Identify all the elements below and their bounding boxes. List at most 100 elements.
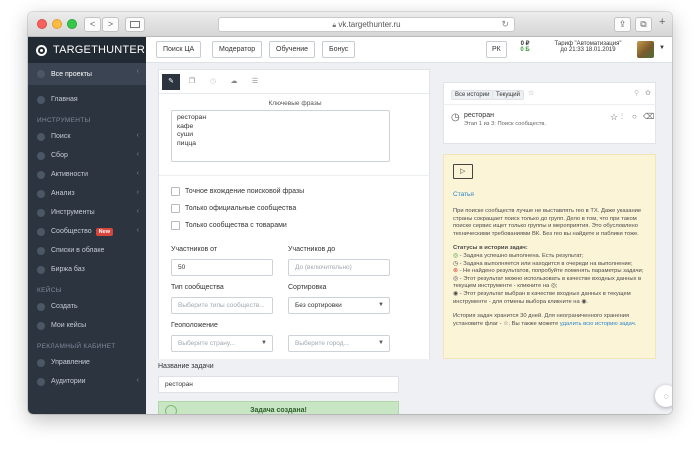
check-circle-icon: ◎ bbox=[453, 252, 460, 259]
tabs-button[interactable]: ⧉ bbox=[635, 17, 652, 32]
equalizer-icon[interactable]: ⫶ bbox=[621, 112, 623, 122]
tools-icon bbox=[37, 208, 45, 217]
logo[interactable]: TARGETHUNTER bbox=[28, 37, 146, 63]
browser-titlebar: < > 🔒︎ vk.targethunter.ru ↻ ⇪ ⧉ + bbox=[28, 12, 672, 37]
sidebar-item-activity[interactable]: Активности ‹ bbox=[28, 165, 146, 184]
keywords-textarea[interactable]: ресторан кафе суши пицца bbox=[171, 110, 390, 162]
minimize-window-button[interactable] bbox=[52, 19, 62, 29]
back-button[interactable]: < bbox=[84, 17, 101, 32]
user-menu-chevron-icon[interactable]: ▼ bbox=[659, 45, 665, 51]
history-settings-icon[interactable]: ✿ bbox=[645, 89, 651, 97]
status-line-empty: ⊗ - Не найдено результатов, попробуйте п… bbox=[453, 268, 651, 276]
moderator-button[interactable]: Модератор bbox=[212, 41, 263, 58]
history-search-icon[interactable]: ⚲ bbox=[634, 89, 639, 97]
sidebar-item-community[interactable]: Сообщество New ‹ bbox=[28, 222, 146, 241]
sidebar-item-all-projects[interactable]: Все проекты ‹ bbox=[28, 63, 146, 85]
browser-window: < > 🔒︎ vk.targethunter.ru ↻ ⇪ ⧉ + TARGET… bbox=[28, 12, 672, 414]
sidebar-item-label: Создать bbox=[51, 303, 78, 310]
task-name-input[interactable]: ресторан bbox=[158, 376, 399, 393]
sidebar-toggle-button[interactable] bbox=[125, 17, 145, 32]
plus-icon bbox=[37, 302, 45, 311]
trash-icon[interactable]: ⌫ bbox=[643, 112, 654, 121]
star-icon[interactable]: ☆ bbox=[610, 112, 618, 123]
close-window-button[interactable] bbox=[37, 19, 47, 29]
country-placeholder: Выберите страну... bbox=[178, 340, 235, 347]
community-icon bbox=[37, 227, 45, 236]
sidebar-item-search[interactable]: Поиск ‹ bbox=[28, 127, 146, 146]
upload-tab-icon[interactable]: ☁ bbox=[225, 74, 243, 90]
user-avatar[interactable] bbox=[637, 41, 654, 58]
status-text: - Не найдено результатов, попробуйте пом… bbox=[459, 268, 644, 275]
sidebar-item-tools[interactable]: Инструменты ‹ bbox=[28, 203, 146, 222]
sort-select[interactable]: Без сортировки ▼ bbox=[288, 297, 390, 314]
history-tab-current[interactable]: Текущий bbox=[492, 90, 524, 100]
sidebar-item-audiences[interactable]: Аудитории ‹ bbox=[28, 372, 146, 391]
members-to-input[interactable]: До (включительно) bbox=[288, 259, 390, 276]
official-only-checkbox[interactable] bbox=[171, 204, 180, 213]
sidebar-item-label: Активности bbox=[51, 171, 89, 178]
sidebar-item-cloud-lists[interactable]: Списки в облаке bbox=[28, 241, 146, 260]
chevron-icon: ‹ bbox=[136, 170, 139, 177]
delete-history-link[interactable]: удалить всю историю задач. bbox=[560, 321, 636, 327]
play-icon: ▷ bbox=[460, 168, 466, 175]
sidebar-item-label: Сбор bbox=[51, 152, 68, 159]
cloud-icon bbox=[37, 246, 45, 255]
reload-icon[interactable]: ↻ bbox=[501, 18, 509, 31]
learning-button[interactable]: Обучение bbox=[269, 41, 316, 58]
search-audience-button[interactable]: Поиск ЦА bbox=[156, 41, 202, 58]
ads-cabinet-button[interactable]: РК bbox=[486, 41, 507, 58]
sidebar-item-label: Списки в облаке bbox=[51, 247, 105, 254]
country-select[interactable]: Выберите страну... ▼ bbox=[171, 335, 273, 352]
sidebar-item-collect[interactable]: Сбор ‹ bbox=[28, 146, 146, 165]
list-tab-icon[interactable]: ☰ bbox=[246, 74, 264, 90]
history-tab-all[interactable]: Все истории bbox=[451, 90, 494, 100]
task-name-section: Название задачи ресторан Задача создана! bbox=[158, 359, 430, 414]
exact-match-checkbox[interactable] bbox=[171, 187, 180, 196]
history-item[interactable]: ◷ ресторан Этап 1 из 3: Поиск сообществ.… bbox=[444, 105, 657, 143]
edit-tab-icon[interactable]: ✎ bbox=[162, 74, 180, 90]
video-clapper-icon: ▷ bbox=[453, 164, 473, 179]
clock-icon: ◷ bbox=[451, 112, 460, 123]
chevron-icon: ‹ bbox=[136, 151, 139, 158]
history-item-title: ресторан bbox=[464, 112, 494, 119]
sidebar-item-manage[interactable]: Управление bbox=[28, 353, 146, 372]
clock-tab-icon[interactable]: ◷ bbox=[204, 74, 222, 90]
bonus-button[interactable]: Бонус bbox=[322, 41, 356, 58]
new-tab-button[interactable]: + bbox=[659, 16, 665, 28]
sidebar-item-create[interactable]: Создать bbox=[28, 297, 146, 316]
new-badge: New bbox=[95, 227, 113, 236]
exact-match-label: Точное вхождение поисковой фразы bbox=[185, 188, 305, 195]
sidebar-item-label: Биржа баз bbox=[51, 266, 85, 273]
article-link[interactable]: Статья bbox=[453, 191, 474, 198]
address-bar[interactable]: 🔒︎ vk.targethunter.ru ↻ bbox=[218, 17, 515, 32]
community-type-select[interactable]: Выберите типы сообществ... bbox=[171, 297, 273, 314]
sidebar-item-analysis[interactable]: Анализ ‹ bbox=[28, 184, 146, 203]
favorites-star-icon[interactable]: ☆ bbox=[528, 89, 534, 97]
chat-button[interactable]: ◌ bbox=[655, 385, 672, 407]
balance[interactable]: 0 ₽ 0 Б bbox=[514, 40, 536, 53]
check-circle-icon bbox=[165, 405, 177, 414]
info-paragraph: При поиске сообществ лучше не выставлять… bbox=[453, 208, 642, 237]
members-from-input[interactable]: 50 bbox=[171, 259, 273, 276]
copy-tab-icon[interactable]: ❐ bbox=[183, 74, 201, 90]
sort-label: Сортировка bbox=[288, 284, 327, 291]
forward-button[interactable]: > bbox=[102, 17, 119, 32]
city-select[interactable]: Выберите город... ▼ bbox=[288, 335, 390, 352]
tariff-info[interactable]: Тариф "Автоматизация" до 21:33 18.01.201… bbox=[548, 41, 628, 53]
chevron-icon: ‹ bbox=[136, 227, 139, 234]
comment-icon[interactable]: ○ bbox=[632, 112, 637, 121]
sidebar-item-label: Сообщество bbox=[51, 228, 92, 235]
history-item-status: Этап 1 из 3: Поиск сообществ. bbox=[464, 121, 547, 127]
with-goods-checkbox[interactable] bbox=[171, 221, 180, 230]
sidebar-item-my-cases[interactable]: Мои кейсы bbox=[28, 316, 146, 335]
sidebar-item-exchange[interactable]: Биржа баз bbox=[28, 260, 146, 279]
sidebar-item-home[interactable]: Главная bbox=[28, 90, 146, 109]
maximize-window-button[interactable] bbox=[67, 19, 77, 29]
members-from-label: Участников от bbox=[171, 246, 218, 253]
city-placeholder: Выберите город... bbox=[295, 340, 349, 347]
sidebar-item-label: Анализ bbox=[51, 190, 75, 197]
share-button[interactable]: ⇪ bbox=[614, 17, 631, 32]
chevron-icon: ‹ bbox=[136, 189, 139, 196]
sort-value: Без сортировки bbox=[295, 302, 342, 309]
analysis-icon bbox=[37, 189, 45, 198]
